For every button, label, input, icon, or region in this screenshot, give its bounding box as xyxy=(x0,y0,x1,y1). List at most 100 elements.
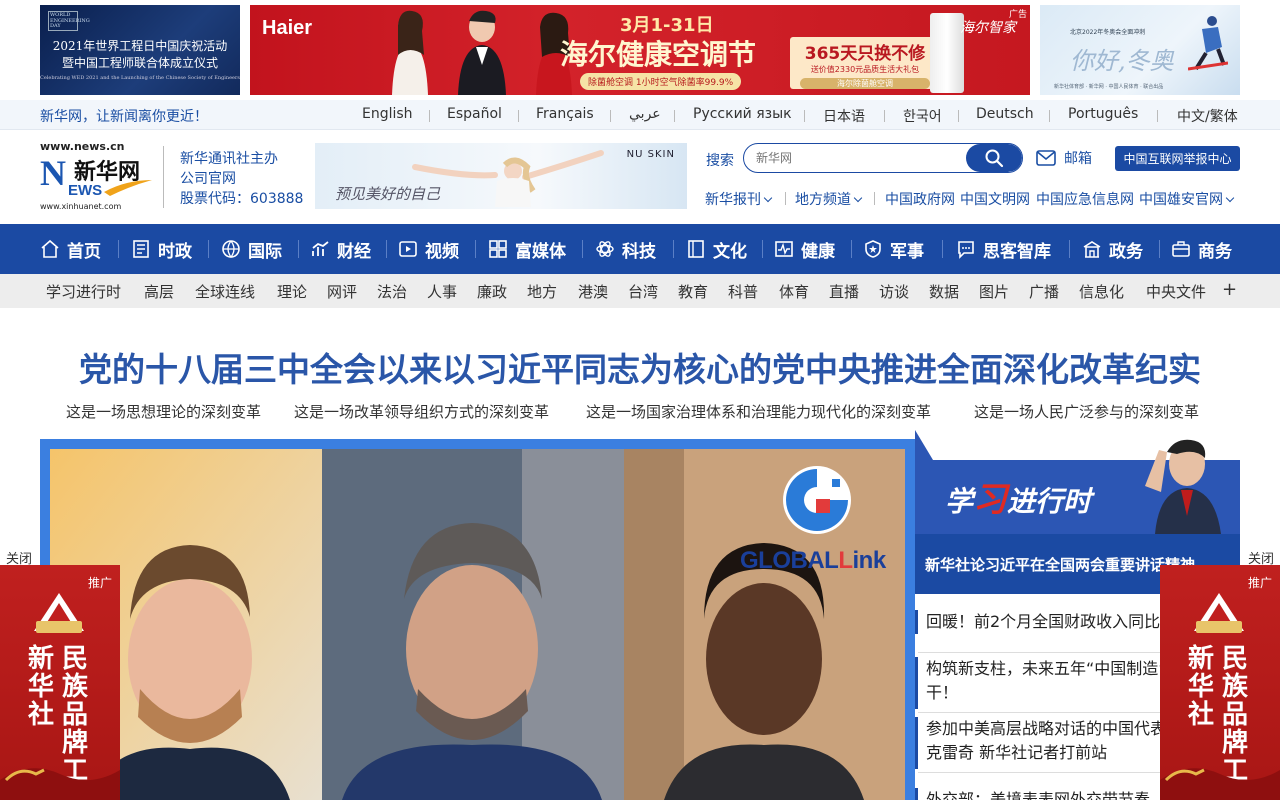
ad-banner-world-engineering-day[interactable]: WORLD ENGINEERING DAY 2021年世界工程日中国庆祝活动 暨… xyxy=(40,5,240,95)
divider xyxy=(674,110,675,122)
subnav-item[interactable]: 廉政 xyxy=(477,281,507,302)
subnav-item[interactable]: 信息化 xyxy=(1079,281,1124,302)
gov-link-xiongan-dropdown[interactable]: 中国雄安官网 xyxy=(1139,189,1235,209)
divider xyxy=(785,192,786,205)
subnav-item[interactable]: 网评 xyxy=(327,281,357,302)
lang-russian[interactable]: Русский язык xyxy=(693,106,792,122)
nav-health[interactable]: 健康 xyxy=(774,224,835,274)
site-slogan: 新华网，让新闻离你更近！ xyxy=(40,109,208,125)
haier-pill: 除菌舱空调 1小时空气除菌率99.9% xyxy=(580,73,742,90)
mail-link[interactable]: 邮箱 xyxy=(1036,148,1092,168)
divider xyxy=(1159,240,1160,258)
divider xyxy=(475,240,476,258)
subnav-item[interactable]: 地方 xyxy=(527,281,557,302)
subnav-item[interactable]: 理论 xyxy=(277,281,307,302)
lang-korean[interactable]: 한국어 xyxy=(903,106,942,126)
nav-video[interactable]: 视频 xyxy=(398,224,459,274)
nav-culture[interactable]: 文化 xyxy=(686,224,747,274)
side-ad-left[interactable]: 推广 新华社 民族品牌工程 xyxy=(0,565,120,800)
logo-swoosh-icon xyxy=(104,180,152,196)
ad-banner-nuskin[interactable]: NU SKIN 预见美好的自己 xyxy=(315,143,687,209)
nav-military[interactable]: 军事 xyxy=(863,224,924,274)
featured-video[interactable]: GLOBALLink xyxy=(50,449,905,800)
chat-icon xyxy=(958,241,974,259)
nav-government-label: 政务 xyxy=(1109,241,1143,262)
local-channels-dropdown[interactable]: 地方频道 xyxy=(795,189,863,209)
divider xyxy=(1069,240,1070,258)
subnav-item[interactable]: 访谈 xyxy=(879,281,909,302)
lang-spanish[interactable]: Español xyxy=(447,106,502,122)
subnav-item[interactable]: 法治 xyxy=(377,281,407,302)
subnav-item[interactable]: 高层 xyxy=(144,281,174,302)
atom-icon xyxy=(596,241,614,257)
news-item-line: 构筑新支柱，未来五年“中国制造” xyxy=(926,659,1167,678)
headline-sub-link[interactable]: 这是一场思想理论的深刻变革 xyxy=(66,401,261,422)
subnav-item[interactable]: 广播 xyxy=(1029,281,1059,302)
nav-rich-media-label: 富媒体 xyxy=(515,241,566,262)
nav-home[interactable]: 首页 xyxy=(40,224,101,274)
headline-sub-link[interactable]: 这是一场人民广泛参与的深刻变革 xyxy=(974,401,1199,422)
lang-french[interactable]: Français xyxy=(536,106,594,122)
nav-government[interactable]: 政务 xyxy=(1082,224,1143,274)
lang-portuguese[interactable]: Português xyxy=(1068,106,1138,122)
lang-english[interactable]: English xyxy=(362,106,413,122)
divider xyxy=(118,240,119,258)
xinhuanet-logo[interactable]: www.news.cn N 新华网 EWS www.xinhuanet.com xyxy=(40,140,155,214)
subnav-item[interactable]: 中央文件 xyxy=(1146,281,1206,302)
subnav-item[interactable]: 教育 xyxy=(678,281,708,302)
subnav-item[interactable]: 学习进行时 xyxy=(46,281,121,302)
globalink-main: GLOBAL xyxy=(740,547,839,574)
side-ad-right[interactable]: 推广 新华社 民族品牌工程 xyxy=(1160,565,1280,800)
subnav-item[interactable]: 人事 xyxy=(427,281,457,302)
company-site-link[interactable]: 公司官网 xyxy=(180,168,236,188)
great-wall-image xyxy=(0,768,120,800)
xinhua-newspapers-dropdown[interactable]: 新华报刊 xyxy=(705,189,773,209)
headline-sub-link[interactable]: 这是一场国家治理体系和治理能力现代化的深刻变革 xyxy=(586,401,931,422)
subnav-item[interactable]: 图片 xyxy=(979,281,1009,302)
subnav-item[interactable]: 全球连线 xyxy=(195,281,255,302)
nav-international[interactable]: 国际 xyxy=(221,224,282,274)
search-input[interactable] xyxy=(744,144,968,172)
nav-technology[interactable]: 科技 xyxy=(595,224,656,274)
nav-rich-media[interactable]: 富媒体 xyxy=(488,224,566,274)
news-item-line: 克雷奇 新华社记者打前站 xyxy=(926,743,1108,762)
divider xyxy=(208,240,209,258)
xinhua-newspapers-label: 新华报刊 xyxy=(705,192,761,208)
briefcase-icon xyxy=(1172,241,1190,257)
headline-sub-link[interactable]: 这是一场改革领导组织方式的深刻变革 xyxy=(294,401,549,422)
subnav-item[interactable]: 数据 xyxy=(929,281,959,302)
ad-banner-haier[interactable]: Haier 3月1-31日 海尔健康空调节 除菌舱空调 1小时空气除菌率99.9… xyxy=(250,5,1030,95)
lang-german[interactable]: Deutsch xyxy=(976,106,1034,122)
lang-japanese[interactable]: 日本语 xyxy=(823,106,865,126)
org-sponsor[interactable]: 新华通讯社主办 xyxy=(180,148,278,168)
logo-ews: EWS xyxy=(68,182,103,199)
report-center-button[interactable]: 中国互联网举报中心 xyxy=(1115,146,1240,171)
haier-brand: Haier xyxy=(262,17,313,39)
nav-finance[interactable]: 财经 xyxy=(310,224,371,274)
nav-politics-label: 时政 xyxy=(158,241,192,262)
logo-url-bottom: www.xinhuanet.com xyxy=(40,202,122,211)
headline-title[interactable]: 党的十八届三中全会以来以习近平同志为核心的党中央推进全面深化改革纪实 xyxy=(0,343,1280,391)
subnav-item[interactable]: 台湾 xyxy=(628,281,658,302)
study-banner-post: 进行时 xyxy=(1007,485,1092,518)
subnav-item[interactable]: 体育 xyxy=(779,281,809,302)
gov-link-emergency[interactable]: 中国应急信息网 xyxy=(1036,189,1134,209)
gov-link-china-gov[interactable]: 中国政府网 xyxy=(885,189,955,209)
nav-politics[interactable]: 时政 xyxy=(131,224,192,274)
subnav-item[interactable]: 科普 xyxy=(728,281,758,302)
stock-code[interactable]: 股票代码：603888 xyxy=(180,188,303,208)
lang-traditional-chinese[interactable]: 中文/繁体 xyxy=(1177,106,1238,126)
haier-title: 海尔健康空调节 xyxy=(560,38,757,71)
divider xyxy=(298,240,299,258)
gov-link-civilization[interactable]: 中国文明网 xyxy=(960,189,1030,209)
study-banner[interactable]: 学习进行时 xyxy=(915,430,1240,534)
lang-arabic[interactable]: عربي xyxy=(629,106,661,122)
search-button[interactable] xyxy=(966,144,1022,172)
ad-banner-winter-olympics[interactable]: 北京2022年冬奥会全面冲刺 你好,冬奥 新华社体育部 · 新华网 · 中国人民… xyxy=(1040,5,1240,95)
nav-think-tank[interactable]: 思客智库 xyxy=(956,224,1051,274)
nav-business[interactable]: 商务 xyxy=(1171,224,1232,274)
subnav-more-button[interactable]: + xyxy=(1222,279,1237,300)
brand-project-emblem-icon xyxy=(34,593,84,633)
subnav-item[interactable]: 港澳 xyxy=(578,281,608,302)
subnav-item[interactable]: 直播 xyxy=(829,281,859,302)
